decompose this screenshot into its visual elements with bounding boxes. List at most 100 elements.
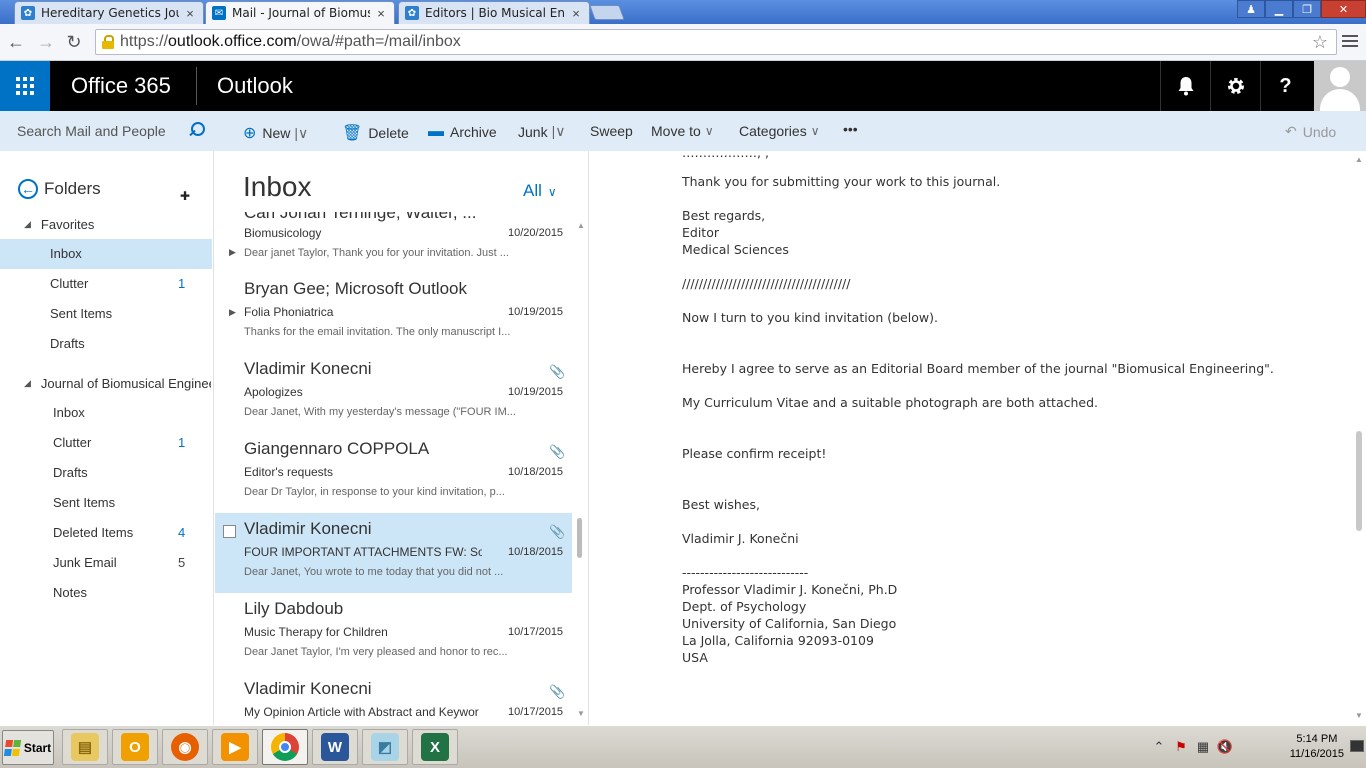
- folder-label: Clutter: [50, 276, 89, 291]
- search-icon[interactable]: [187, 122, 205, 140]
- close-icon[interactable]: ×: [569, 6, 583, 21]
- chevron-down-icon[interactable]: |∨: [552, 123, 566, 140]
- start-button[interactable]: Start: [2, 730, 54, 765]
- outlook-button[interactable]: O: [112, 729, 158, 765]
- reading-scrollbar[interactable]: ▲ ▼: [1352, 151, 1366, 725]
- action-center-icon[interactable]: ⚑: [1170, 739, 1192, 755]
- chrome-menu-icon[interactable]: [1342, 33, 1358, 49]
- folder-item-drafts[interactable]: Drafts: [0, 458, 212, 488]
- clock-time: 5:14 PM: [1296, 733, 1338, 745]
- back-icon[interactable]: ←: [6, 32, 26, 52]
- excel-button[interactable]: X: [412, 729, 458, 765]
- message-sender: Vladimir Konecni: [244, 359, 372, 378]
- favorites-label: Favorites: [40, 217, 95, 232]
- restore-icon[interactable]: ❐: [1293, 0, 1321, 18]
- filter-dropdown[interactable]: All ∨: [523, 181, 557, 201]
- media-player-button[interactable]: ▶: [212, 729, 258, 765]
- tab-editors[interactable]: ✿ Editors | Bio Musical Engine ×: [398, 1, 590, 24]
- select-checkbox[interactable]: [223, 525, 236, 538]
- scroll-up-icon[interactable]: ▲: [577, 221, 585, 230]
- tab-mail[interactable]: ✉ Mail - Journal of Biomusical ×: [205, 1, 395, 24]
- categories-button[interactable]: Categories ∨: [739, 123, 820, 139]
- tab-hereditary-genetics[interactable]: ✿ Hereditary Genetics Journal ×: [14, 1, 204, 24]
- more-options-button[interactable]: •••: [843, 121, 858, 137]
- tab-label: Editors | Bio Musical Engine: [425, 6, 565, 20]
- folder-item-sent-items[interactable]: Sent Items: [0, 299, 212, 329]
- favorites-section[interactable]: ◢ Favorites: [24, 217, 94, 232]
- chevron-down-icon[interactable]: |∨: [294, 125, 308, 142]
- minimize-icon[interactable]: ▁: [1265, 0, 1293, 18]
- search-input[interactable]: Search Mail and People: [17, 123, 166, 139]
- undo-button[interactable]: ↶ Undo: [1285, 123, 1336, 140]
- bookmark-star-icon[interactable]: ☆: [1312, 32, 1328, 53]
- help-icon[interactable]: ?: [1260, 61, 1310, 111]
- folders-header[interactable]: ← Folders: [18, 179, 101, 199]
- url-input[interactable]: https://outlook.office.com/owa/#path=/ma…: [95, 29, 1337, 55]
- notes-app-button[interactable]: ◩: [362, 729, 408, 765]
- attachment-icon: 📎: [549, 684, 566, 699]
- folder-item-inbox[interactable]: Inbox: [0, 398, 212, 428]
- message-row[interactable]: Vladimir Konecni 📎 Apologizes 10/19/2015…: [215, 353, 572, 433]
- folder-item-clutter[interactable]: Clutter 1: [0, 269, 212, 299]
- bell-icon[interactable]: [1160, 61, 1210, 111]
- junk-button[interactable]: Junk |∨: [518, 123, 565, 140]
- expand-thread-icon[interactable]: ▶: [229, 247, 236, 258]
- window-close-icon[interactable]: ✕: [1321, 0, 1366, 18]
- folder-item-inbox[interactable]: Inbox: [0, 239, 212, 269]
- scrollbar-thumb[interactable]: [1356, 431, 1362, 531]
- scroll-down-icon[interactable]: ▼: [577, 709, 585, 718]
- expand-thread-icon[interactable]: ▶: [229, 307, 236, 318]
- show-desktop-button[interactable]: [1350, 740, 1364, 752]
- message-sender: Giangennaro COPPOLA: [244, 439, 430, 458]
- avatar[interactable]: [1314, 61, 1366, 111]
- sweep-button[interactable]: Sweep: [590, 123, 633, 139]
- pin-icon[interactable]: ✚: [180, 189, 190, 203]
- archive-button[interactable]: ▬ Archive: [428, 123, 497, 141]
- account-section[interactable]: ◢ Journal of Biomusical Engineering: [24, 376, 211, 391]
- move-to-button[interactable]: Move to ∨: [651, 123, 714, 139]
- message-row[interactable]: Vladimir Konecni 📎 My Opinion Article wi…: [215, 673, 572, 725]
- scrollbar-thumb[interactable]: [577, 518, 582, 558]
- folder-item-clutter[interactable]: Clutter 1: [0, 428, 212, 458]
- new-button[interactable]: ⊕ New |∨: [243, 123, 308, 143]
- system-clock[interactable]: 5:14 PM 11/16/2015: [1290, 732, 1344, 762]
- network-icon[interactable]: ▦: [1192, 739, 1214, 755]
- message-row[interactable]: Giangennaro COPPOLA 📎 Editor's requests …: [215, 433, 572, 513]
- word-button[interactable]: W: [312, 729, 358, 765]
- app-title[interactable]: Outlook: [217, 73, 293, 99]
- body-line: Dept. of Psychology: [682, 599, 807, 614]
- app-launcher-icon[interactable]: [0, 61, 50, 111]
- new-tab-button[interactable]: [589, 5, 625, 20]
- close-icon[interactable]: ×: [374, 6, 388, 21]
- collapse-icon[interactable]: ◢: [24, 219, 31, 230]
- delete-button[interactable]: 🗑 Delete: [342, 123, 409, 143]
- folder-item-junk-email[interactable]: Junk Email 5: [0, 548, 212, 578]
- reload-icon[interactable]: ↻: [64, 32, 84, 52]
- folder-item-sent-items[interactable]: Sent Items: [0, 488, 212, 518]
- scroll-down-icon[interactable]: ▼: [1355, 711, 1363, 720]
- forward-icon[interactable]: →: [36, 32, 56, 52]
- gear-icon[interactable]: [1210, 61, 1260, 111]
- volume-muted-icon[interactable]: 🔇: [1214, 739, 1236, 755]
- tray-expand-icon[interactable]: ⌃: [1148, 739, 1170, 755]
- collapse-icon[interactable]: ◢: [24, 378, 31, 389]
- chrome-button[interactable]: [262, 729, 308, 765]
- message-row[interactable]: Lily Dabdoub Music Therapy for Children …: [215, 593, 572, 673]
- folder-item-drafts[interactable]: Drafts: [0, 329, 212, 359]
- scroll-up-icon[interactable]: ▲: [1355, 155, 1363, 164]
- sweep-label: Sweep: [590, 123, 633, 139]
- message-row-selected[interactable]: Vladimir Konecni 📎 FOUR IMPORTANT ATTACH…: [215, 513, 572, 593]
- folder-icon: ▤: [71, 733, 99, 761]
- firefox-button[interactable]: ◉: [162, 729, 208, 765]
- folder-item-deleted-items[interactable]: Deleted Items 4: [0, 518, 212, 548]
- folder-item-notes[interactable]: Notes: [0, 578, 212, 608]
- user-profile-icon[interactable]: ♟: [1237, 0, 1265, 18]
- brand-title[interactable]: Office 365: [71, 73, 171, 99]
- message-row[interactable]: Bryan Gee; Microsoft Outlook ▶ Folia Pho…: [215, 273, 572, 353]
- list-scrollbar[interactable]: ▲ ▼: [574, 213, 588, 725]
- file-explorer-button[interactable]: ▤: [62, 729, 108, 765]
- back-arrow-icon[interactable]: ←: [18, 179, 38, 199]
- lock-icon: [102, 35, 114, 49]
- close-icon[interactable]: ×: [183, 6, 197, 21]
- undo-icon: ↶: [1285, 123, 1297, 139]
